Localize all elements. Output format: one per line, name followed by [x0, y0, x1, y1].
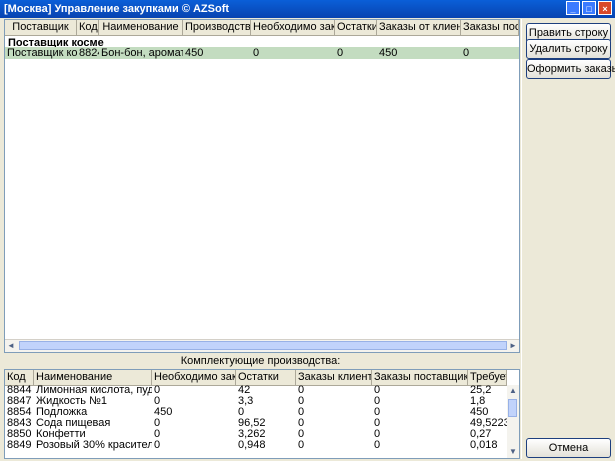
column-header-stock[interactable]: Остатки [236, 370, 296, 385]
scroll-left-icon[interactable]: ◄ [5, 340, 17, 352]
column-header-code[interactable]: Код [77, 20, 99, 35]
table-row[interactable]: 8844 Лимонная кислота, пудра 0 42 0 0 25… [5, 385, 507, 396]
cell-stock: 42 [238, 385, 251, 396]
scrollbar-thumb[interactable] [19, 341, 507, 350]
cell-code: 8843 [7, 418, 32, 429]
cell-client-orders: 0 [298, 440, 305, 451]
cell-supplier-orders: 0 [463, 47, 470, 59]
table-row[interactable]: 8843 Сода пищевая 0 96,52 0 0 49,52232 [5, 418, 507, 429]
column-header-client-orders[interactable]: Заказы клиентов [296, 370, 372, 385]
components-section-label: Комплектующие производства: [180, 355, 341, 367]
place-orders-button[interactable]: Оформить заказы [526, 59, 615, 79]
cell-name: Жидкость №1 [36, 396, 108, 407]
column-header-supplier-orders[interactable]: Заказы поставщикам [372, 370, 468, 385]
cell-supplier: Поставщик космет [7, 47, 77, 59]
table-row[interactable]: 8854 Подложка 450 0 0 0 450 [5, 407, 507, 418]
cell-name: Конфетти [36, 429, 86, 440]
cell-need-to-order: 0 [154, 429, 161, 440]
cell-supplier-orders: 0 [374, 429, 381, 440]
cell-name: Подложка [36, 407, 88, 418]
cell-supplier-orders: 0 [374, 440, 381, 451]
cell-stock: 0 [337, 47, 344, 59]
scrollbar-thumb[interactable] [508, 399, 517, 417]
cell-code: 8844 [7, 385, 32, 396]
orders-grid[interactable]: Поставщик Код Наименование Производство … [4, 19, 520, 353]
cell-need-to-order: 0 [253, 47, 260, 59]
orders-grid-header: Поставщик Код Наименование Производство … [5, 20, 519, 36]
cell-code: 8824 [79, 47, 99, 59]
cell-name: Лимонная кислота, пудра [36, 385, 152, 396]
table-row[interactable]: Поставщик космет 8824 Бон-бон, ароматный… [5, 47, 519, 59]
cell-stock: 0,948 [238, 440, 266, 451]
scroll-right-icon[interactable]: ► [507, 340, 519, 352]
cell-code: 8847 [7, 396, 32, 407]
cell-client-orders: 0 [298, 418, 305, 429]
cell-required: 0,27 [470, 429, 492, 440]
title-bar: [Москва] Управление закупками © AZSoft _… [0, 0, 615, 18]
horizontal-scrollbar[interactable]: ◄ ► [5, 339, 519, 352]
maximize-button[interactable]: □ [582, 1, 596, 15]
cell-name: Розовый 30% краситель [36, 440, 152, 451]
column-header-production[interactable]: Производство [183, 20, 251, 35]
cell-required: 25,2 [470, 385, 492, 396]
scroll-up-icon[interactable]: ▲ [507, 385, 519, 397]
column-header-code[interactable]: Код [5, 370, 34, 385]
cell-required: 0,018 [470, 440, 498, 451]
components-grid[interactable]: Код Наименование Необходимо заказать Ост… [4, 369, 520, 459]
window-title: [Москва] Управление закупками © AZSoft [4, 3, 230, 15]
column-header-supplier[interactable]: Поставщик [5, 20, 77, 35]
vertical-scrollbar[interactable]: ▲ ▼ [507, 385, 519, 458]
cell-need-to-order: 0 [154, 418, 161, 429]
cell-stock: 0 [238, 407, 245, 418]
cell-client-orders: 0 [298, 407, 305, 418]
table-row[interactable]: 8850 Конфетти 0 3,262 0 0 0,27 [5, 429, 507, 440]
cell-supplier-orders: 0 [374, 396, 381, 407]
cell-supplier-orders: 0 [374, 407, 381, 418]
delete-row-button[interactable]: Удалить строку [526, 39, 611, 59]
scroll-down-icon[interactable]: ▼ [507, 446, 519, 458]
cell-stock: 3,3 [238, 396, 254, 407]
cell-name: Сода пищевая [36, 418, 111, 429]
column-header-required[interactable]: Требуется [468, 370, 507, 385]
cell-supplier-orders: 0 [374, 418, 381, 429]
cell-supplier-orders: 0 [374, 385, 381, 396]
table-row[interactable]: 8847 Жидкость №1 0 3,3 0 0 1,8 [5, 396, 507, 407]
main-panel: Поставщик Код Наименование Производство … [1, 19, 520, 459]
close-button[interactable]: × [598, 1, 612, 15]
window-controls: _ □ × [566, 1, 612, 15]
column-header-need-to-order[interactable]: Необходимо заказать [152, 370, 236, 385]
cell-stock: 3,262 [238, 429, 266, 440]
cell-required: 1,8 [470, 396, 486, 407]
column-header-supplier-orders[interactable]: Заказы поставщ [461, 20, 519, 35]
cell-code: 8854 [7, 407, 32, 418]
column-header-client-orders[interactable]: Заказы от клиентов [377, 20, 461, 35]
cell-required: 450 [470, 407, 489, 418]
components-grid-header: Код Наименование Необходимо заказать Ост… [5, 370, 507, 386]
cell-need-to-order: 0 [154, 440, 161, 451]
cell-need-to-order: 0 [154, 385, 161, 396]
cell-client-orders: 450 [379, 47, 398, 59]
cell-stock: 96,52 [238, 418, 266, 429]
cell-client-orders: 0 [298, 396, 305, 407]
cell-code: 8850 [7, 429, 32, 440]
column-header-name[interactable]: Наименование [99, 20, 183, 35]
cell-production: 450 [185, 47, 204, 59]
column-header-name[interactable]: Наименование [34, 370, 152, 385]
cell-need-to-order: 450 [154, 407, 173, 418]
cell-client-orders: 0 [298, 385, 305, 396]
minimize-button[interactable]: _ [566, 1, 580, 15]
cancel-button[interactable]: Отмена [526, 438, 611, 458]
table-row[interactable]: 8849 Розовый 30% краситель 0 0,948 0 0 0… [5, 440, 507, 451]
side-panel: Править строку Удалить строку Оформить з… [521, 19, 615, 459]
column-header-stock[interactable]: Остатки [335, 20, 377, 35]
cell-required: 49,52232 [470, 418, 507, 429]
cell-client-orders: 0 [298, 429, 305, 440]
cell-need-to-order: 0 [154, 396, 161, 407]
cell-code: 8849 [7, 440, 32, 451]
cell-name: Бон-бон, ароматный ш [101, 47, 183, 59]
column-header-need-to-order[interactable]: Необходимо заказать [251, 20, 335, 35]
